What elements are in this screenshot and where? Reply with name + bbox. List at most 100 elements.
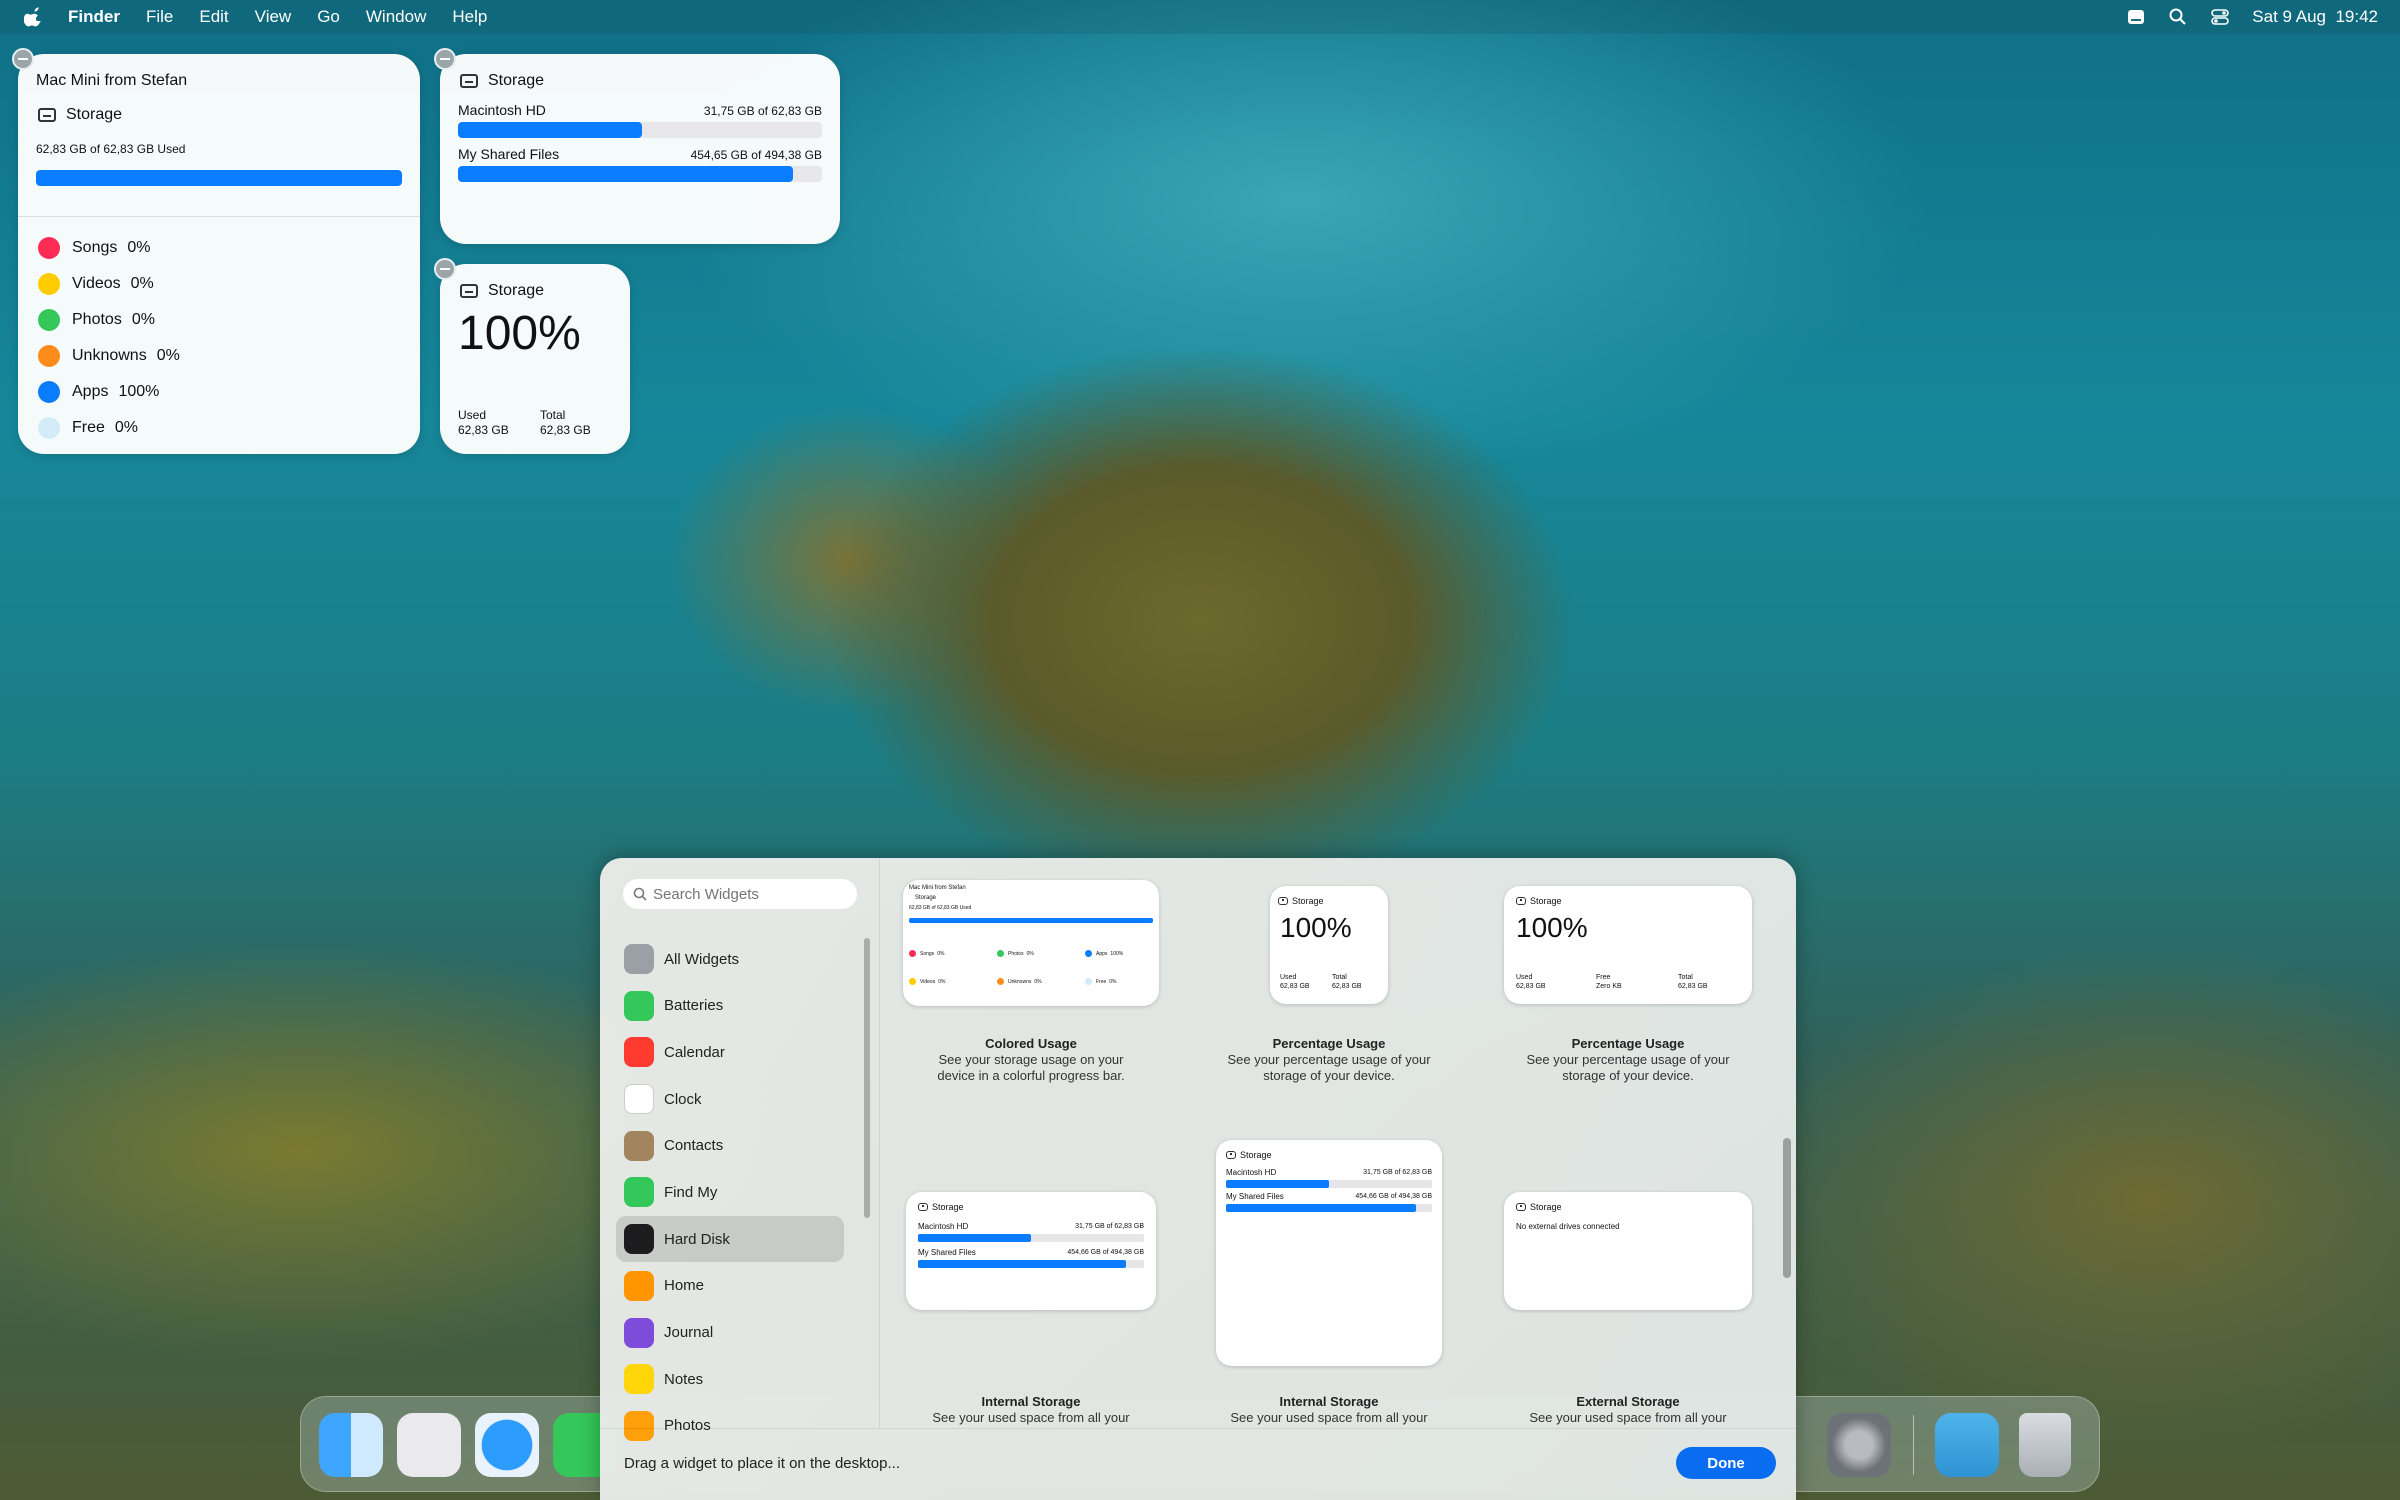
drive-name: Macintosh HD	[458, 102, 546, 118]
sidebar-item-find-my[interactable]: Find My	[616, 1169, 844, 1215]
preview-drive-name: Macintosh HD	[1226, 1168, 1277, 1177]
preview-percentage-usage[interactable]: Storage 100% Used 62,83 GB Total 62,83 G…	[1270, 886, 1388, 1004]
menu-help[interactable]: Help	[452, 7, 487, 27]
menu-clock[interactable]: Sat 9 Aug 19:42	[2252, 7, 2378, 27]
usage-bar-fill	[36, 170, 402, 186]
system-settings-icon[interactable]	[1827, 1413, 1891, 1477]
preview-percentage-usage-wide[interactable]: Storage 100% Used 62,83 GB Free Zero KB …	[1504, 886, 1752, 1004]
sidebar-item-clock[interactable]: Clock	[616, 1076, 844, 1122]
card-caption: Percentage Usage See your percentage usa…	[1503, 1036, 1753, 1084]
control-center-icon[interactable]	[2210, 7, 2230, 27]
sidebar-item-all-widgets[interactable]: All Widgets	[616, 936, 844, 982]
legend-label: Free	[72, 419, 105, 436]
done-button[interactable]: Done	[1676, 1447, 1776, 1479]
preview-drive-bar-fill	[918, 1260, 1126, 1268]
menu-file[interactable]: File	[146, 7, 173, 27]
sidebar-item-batteries[interactable]: Batteries	[616, 983, 844, 1029]
preview-drive-bar-fill	[1226, 1180, 1329, 1188]
hard-disk-icon	[1278, 897, 1288, 905]
card-name: Percentage Usage	[1272, 1036, 1386, 1051]
remove-widget-button[interactable]	[434, 48, 456, 70]
used-text: 62,83 GB of 62,83 GB Used	[36, 142, 186, 156]
menu-app-finder[interactable]: Finder	[68, 7, 120, 27]
menu-go[interactable]: Go	[317, 7, 340, 27]
preview-drive-name: My Shared Files	[918, 1248, 976, 1257]
apple-menu-icon[interactable]	[24, 7, 44, 27]
preview-external-storage[interactable]: Storage No external drives connected	[1504, 1192, 1752, 1310]
launchpad-icon[interactable]	[397, 1413, 461, 1477]
safari-icon[interactable]	[475, 1413, 539, 1477]
legend-value: 0%	[131, 311, 155, 328]
legend-label: Photos	[1008, 950, 1024, 957]
calendar-icon	[624, 1037, 654, 1068]
preview-internal-storage-tall[interactable]: Storage Macintosh HD 31,75 GB of 62,83 G…	[1216, 1140, 1442, 1366]
preview-percent: 100%	[1516, 912, 1588, 943]
menu-view[interactable]: View	[255, 7, 292, 27]
legend-item: Free 0%	[38, 410, 180, 446]
preview-free-label: Free	[1596, 974, 1611, 981]
trash-icon[interactable]	[2019, 1413, 2071, 1477]
card-caption: Internal Storage See your used space fro…	[1204, 1394, 1454, 1426]
preview-drive-bar	[1226, 1204, 1432, 1212]
legend-dot	[38, 237, 60, 259]
storage-percent-widget[interactable]: Storage 100% Used 62,83 GB Total 62,83 G…	[434, 258, 630, 454]
sidebar-item-journal[interactable]: Journal	[616, 1310, 844, 1356]
drive-size: 31,75 GB of 62,83 GB	[703, 104, 822, 118]
drive-name: My Shared Files	[458, 146, 560, 162]
all-widgets-icon	[624, 944, 654, 974]
hard-disk-menu-icon[interactable]	[2126, 7, 2146, 27]
card-caption: External Storage See your used space fro…	[1503, 1394, 1753, 1426]
sidebar-item-label: Find My	[664, 1183, 718, 1201]
preview-drive-bar-fill	[918, 1234, 1031, 1242]
sidebar-item-hard-disk[interactable]: Hard Disk	[616, 1216, 844, 1263]
search-widgets-field[interactable]	[622, 878, 858, 910]
legend-label: Songs	[920, 950, 935, 957]
legend-label: Apps	[1096, 950, 1108, 957]
preview-title: Storage	[1292, 896, 1324, 906]
legend-label: Apps	[72, 383, 109, 400]
preview-drive-bar-fill	[1226, 1204, 1416, 1212]
menu-window[interactable]: Window	[366, 7, 426, 27]
card-name: Percentage Usage	[1571, 1036, 1685, 1051]
card-name: Colored Usage	[985, 1036, 1077, 1051]
finder-icon[interactable]	[319, 1413, 383, 1477]
preview-legend-item: Photos 0%	[997, 950, 1034, 957]
storage-drives-widget[interactable]: Storage Macintosh HD 31,75 GB of 62,83 G…	[434, 48, 840, 244]
preview-total-value: 62,83 GB	[1332, 983, 1362, 990]
preview-legend-item: Apps 100%	[1085, 950, 1123, 957]
sidebar-item-contacts[interactable]: Contacts	[616, 1123, 844, 1169]
legend-item: Unknowns 0%	[38, 338, 180, 374]
preview-legend-item: Songs 0%	[909, 950, 944, 957]
legend-dot	[997, 950, 1004, 957]
preview-used-label: Used	[1516, 974, 1533, 981]
hard-disk-icon	[918, 1203, 928, 1211]
sidebar-item-calendar[interactable]: Calendar	[616, 1029, 844, 1075]
legend-dot	[1085, 978, 1092, 985]
menu-bar: Finder File Edit View Go Window Help Sat…	[0, 0, 2400, 34]
sidebar-item-home[interactable]: Home	[616, 1263, 844, 1309]
spotlight-search-icon[interactable]	[2168, 7, 2188, 27]
sidebar-item-notes[interactable]: Notes	[616, 1356, 844, 1402]
legend-dot	[1085, 950, 1092, 957]
preview-title: Storage	[1240, 1150, 1272, 1160]
remove-widget-button[interactable]	[434, 258, 456, 280]
menu-edit[interactable]: Edit	[199, 7, 228, 27]
search-widgets-input[interactable]	[653, 885, 843, 903]
card-description: See your used space from all your	[1230, 1410, 1428, 1425]
storage-colored-widget[interactable]: Mac Mini from Stefan Storage 62,83 GB of…	[12, 48, 420, 454]
preview-usage-bar	[909, 918, 1153, 923]
remove-widget-button[interactable]	[12, 48, 34, 70]
preview-colored-usage[interactable]: Mac Mini from Stefan Storage 62,83 GB of…	[903, 880, 1159, 1006]
downloads-folder-icon[interactable]	[1935, 1413, 1999, 1477]
sidebar-scrollbar[interactable]	[864, 938, 870, 1218]
legend-item: Photos 0%	[38, 302, 180, 338]
notes-icon	[624, 1364, 654, 1395]
total-value: 62,83 GB	[540, 423, 591, 437]
preview-drive-size: 31,75 GB of 62,83 GB	[1363, 1169, 1432, 1176]
legend-value: 100%	[1110, 950, 1124, 957]
gallery-sidebar: All Widgets Batteries Calendar Clock Contact…	[600, 858, 880, 1441]
preview-internal-storage[interactable]: Storage Macintosh HD 31,75 GB of 62,83 G…	[906, 1192, 1156, 1310]
gallery-scrollbar[interactable]	[1783, 1138, 1791, 1278]
contacts-icon	[624, 1130, 654, 1161]
gallery-footer: Drag a widget to place it on the desktop…	[600, 1428, 1796, 1500]
